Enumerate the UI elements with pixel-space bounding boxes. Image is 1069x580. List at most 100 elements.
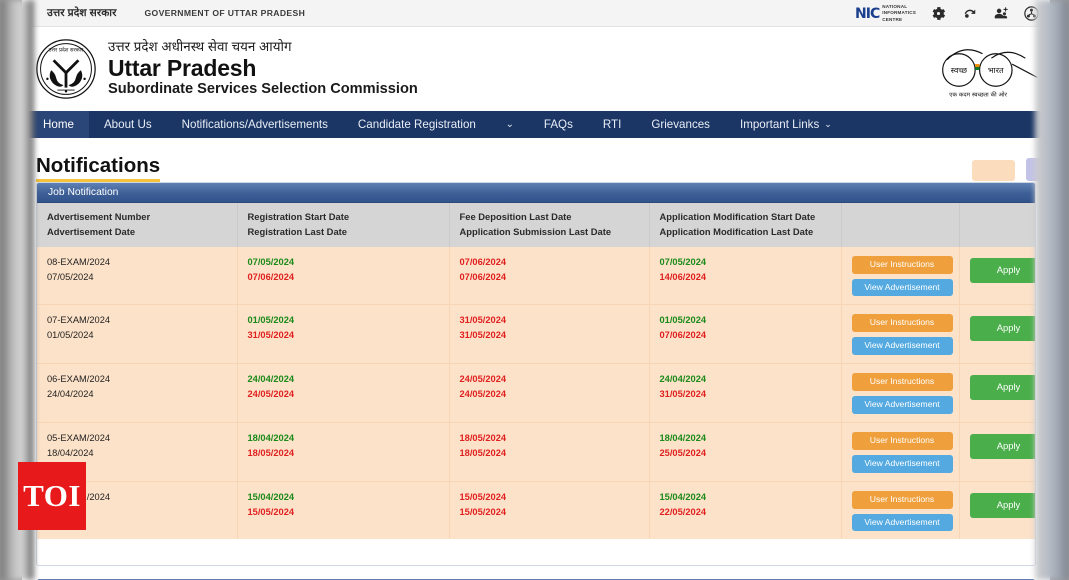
- column-registration-line2: Registration Last Date: [247, 225, 348, 237]
- column-fee-application: Fee Deposition Last Date Application Sub…: [449, 203, 650, 247]
- user-instructions-button[interactable]: User Instructions: [851, 255, 953, 274]
- cell-registration: 07/05/2024 07/06/2024: [237, 246, 450, 306]
- nav-item-home[interactable]: Home: [28, 111, 89, 138]
- registration-last-date: 07/06/2024: [247, 271, 295, 282]
- add-user-icon[interactable]: [992, 5, 1009, 22]
- view-advertisement-button[interactable]: View Advertisement: [851, 454, 953, 473]
- table-row: 05-EXAM/2024 18/04/2024 18/04/2024 18/05/20…: [37, 422, 1035, 482]
- nic-mark-text: NIC: [855, 5, 880, 22]
- apply-button[interactable]: Apply: [969, 257, 1035, 283]
- application-submission-last-date: 15/05/2024: [459, 506, 507, 517]
- nav-item-faqs[interactable]: FAQs: [529, 111, 588, 138]
- nav-item-home-label: Home: [43, 118, 74, 131]
- cell-apply: Apply: [959, 304, 1035, 365]
- registration-start-date: 01/05/2024: [247, 315, 295, 326]
- cell-registration: 01/05/2024 31/05/2024: [237, 304, 450, 365]
- cell-application-modification: 15/04/2024 22/05/2024: [649, 481, 842, 540]
- nav-item-notifications-advertisements[interactable]: Notifications/Advertisements: [167, 111, 343, 138]
- user-instructions-button[interactable]: User Instructions: [851, 373, 953, 392]
- cell-application-modification: 01/05/2024 07/06/2024: [649, 304, 842, 365]
- cell-advertisement: 07-EXAM/2024 01/05/2024: [37, 304, 238, 365]
- gear-icon[interactable]: [930, 5, 947, 22]
- nav-item-grievances[interactable]: Grievances: [636, 111, 725, 138]
- nav-item-important-links-label: Important Links: [739, 118, 820, 131]
- cell-action-links: User Instructions View Advertisement: [841, 246, 960, 306]
- registration-last-date: 31/05/2024: [247, 330, 295, 341]
- nav-item-rti-label: RTI: [602, 118, 622, 131]
- screenshot-root: उत्तर प्रदेश सरकार GOVERNMENT OF UTTAR P…: [0, 0, 1069, 580]
- table-body: 08-EXAM/2024 07/05/2024 07/05/2024 07/06/20…: [37, 246, 1035, 540]
- nav-item-about-us[interactable]: About Us: [89, 111, 167, 138]
- apply-button[interactable]: Apply: [969, 492, 1035, 518]
- apply-button[interactable]: Apply: [969, 316, 1035, 342]
- nav-item-grievances-label: Grievances: [651, 118, 710, 131]
- cell-action-links: User Instructions View Advertisement: [841, 422, 960, 482]
- modification-last-date: 14/06/2024: [659, 271, 707, 282]
- apply-button[interactable]: Apply: [969, 433, 1035, 459]
- right-edge-blur: [1035, 0, 1069, 580]
- fee-deposition-last-date: 31/05/2024: [459, 315, 507, 326]
- cell-advertisement: 08-EXAM/2024 07/05/2024: [37, 246, 238, 306]
- cell-fee-application: 07/06/2024 07/06/2024: [449, 246, 650, 306]
- chevron-down-icon: ⌄: [824, 119, 832, 129]
- job-notification-panel: Job Notification Advertisement Number Ad…: [36, 182, 1036, 567]
- nav-item-rti[interactable]: RTI: [588, 111, 636, 138]
- accessibility-rotate-icon[interactable]: [961, 5, 978, 22]
- cell-application-modification: 18/04/2024 25/05/2024: [649, 422, 842, 482]
- cell-apply: Apply: [959, 363, 1035, 423]
- registration-last-date: 24/05/2024: [247, 389, 295, 400]
- nav-dropdown-caret-icon[interactable]: ⌄: [491, 111, 529, 138]
- column-modification-line1: Application Modification Start Date: [659, 211, 816, 222]
- fee-deposition-last-date: 15/05/2024: [459, 491, 507, 502]
- header-decor-blocks: [972, 158, 1042, 181]
- gov-title-english: GOVERNMENT OF UTTAR PRADESH: [144, 8, 306, 18]
- gov-title-hindi: उत्तर प्रदेश सरकार: [47, 7, 117, 19]
- column-advertisement-line1: Advertisement Number: [47, 211, 151, 222]
- view-advertisement-button[interactable]: View Advertisement: [851, 278, 953, 297]
- table-row: 07-EXAM/2024 01/05/2024 01/05/2024 31/05/20…: [37, 304, 1035, 365]
- view-advertisement-button[interactable]: View Advertisement: [851, 513, 953, 532]
- column-apply-blank: [959, 203, 1035, 247]
- cell-action-links: User Instructions View Advertisement: [841, 363, 960, 423]
- modification-last-date: 25/05/2024: [659, 447, 707, 458]
- column-registration-line1: Registration Start Date: [247, 211, 350, 222]
- advertisement-date: 18/04/2024: [47, 447, 94, 458]
- site-title-block: उत्तर प्रदेश अधीनस्थ सेवा चयन आयोग Uttar…: [108, 39, 418, 99]
- cell-registration: 15/04/2024 15/05/2024: [237, 481, 450, 540]
- fee-deposition-last-date: 24/05/2024: [459, 374, 507, 385]
- column-links-blank: [841, 203, 960, 247]
- nav-item-faqs-label: FAQs: [543, 118, 573, 131]
- apply-button[interactable]: Apply: [969, 375, 1035, 401]
- column-fee-line2: Application Submission Last Date: [459, 225, 612, 237]
- view-advertisement-button[interactable]: View Advertisement: [851, 396, 953, 414]
- nav-item-about-us-label: About Us: [103, 118, 152, 131]
- column-registration: Registration Start Date Registration Las…: [237, 203, 450, 247]
- site-header: उत्तर प्रदेश सरकार उत्तर प्रदेश अधीनस्थ …: [22, 27, 1050, 111]
- user-instructions-button[interactable]: User Instructions: [851, 431, 953, 450]
- nav-item-notifications-label: Notifications/Advertisements: [181, 118, 328, 131]
- nic-logo[interactable]: NIC NATIONAL INFORMATICS CENTRE: [855, 4, 916, 23]
- nav-item-candidate-registration-label: Candidate Registration: [357, 118, 476, 131]
- cell-application-modification: 07/05/2024 14/06/2024: [649, 246, 842, 306]
- application-submission-last-date: 24/05/2024: [459, 389, 507, 400]
- modification-last-date: 31/05/2024: [659, 389, 707, 400]
- modification-last-date: 22/05/2024: [659, 506, 707, 517]
- site-title-hindi: उत्तर प्रदेश अधीनस्थ सेवा चयन आयोग: [108, 39, 292, 55]
- view-advertisement-button[interactable]: View Advertisement: [851, 337, 953, 356]
- cell-action-links: User Instructions View Advertisement: [841, 304, 960, 365]
- advertisement-number: 05-EXAM/2024: [47, 432, 111, 443]
- application-submission-last-date: 18/05/2024: [459, 447, 507, 458]
- job-notification-heading: Job Notification: [37, 183, 1035, 203]
- job-notification-table: Advertisement Number Advertisement Date …: [37, 203, 1035, 540]
- fee-deposition-last-date: 18/05/2024: [459, 432, 507, 443]
- application-submission-last-date: 07/06/2024: [459, 271, 507, 282]
- uttar-pradesh-emblem-icon: उत्तर प्रदेश सरकार: [36, 39, 96, 99]
- user-instructions-button[interactable]: User Instructions: [851, 490, 953, 509]
- column-advertisement-line2: Advertisement Date: [47, 225, 136, 237]
- application-submission-last-date: 31/05/2024: [459, 330, 507, 341]
- cell-apply: Apply: [959, 481, 1035, 540]
- nic-fulltext: NATIONAL INFORMATICS CENTRE: [882, 4, 916, 23]
- nav-item-candidate-registration[interactable]: Candidate Registration: [343, 111, 491, 138]
- user-instructions-button[interactable]: User Instructions: [851, 314, 953, 333]
- nav-item-important-links[interactable]: Important Links ⌄: [725, 111, 847, 138]
